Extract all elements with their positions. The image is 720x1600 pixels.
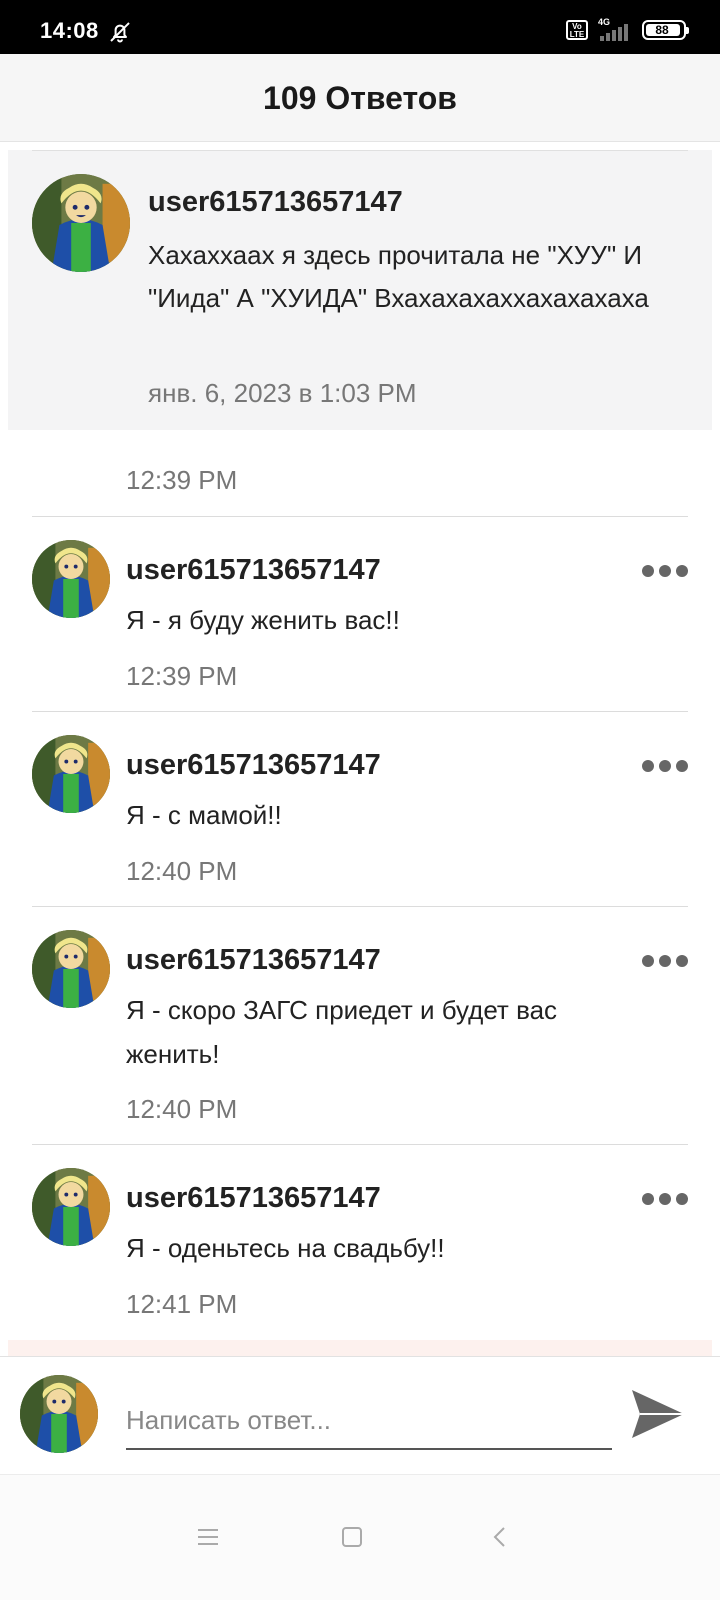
avatar[interactable] [32,930,110,1008]
avatar[interactable] [32,735,110,813]
back-chevron-icon[interactable] [480,1517,520,1557]
avatar[interactable] [32,1168,110,1246]
reply-time: 12:41 PM [126,1289,238,1319]
avatar[interactable] [32,174,130,272]
reply-time: 12:40 PM [126,1094,238,1124]
reply-text: Я - с мамой!! [126,800,282,830]
reply-username[interactable]: user615713657147 [126,554,381,587]
avatar [20,1375,98,1453]
avatar[interactable] [32,540,110,618]
parent-comment: user615713657147 Хахаххаах я здесь прочи… [8,150,712,430]
reply-time: 12:40 PM [126,856,238,886]
reply-time: 12:39 PM [126,465,238,495]
more-dots-icon[interactable] [642,954,688,968]
parent-date: янв. 6, 2023 в 1:03 PM [148,378,417,408]
battery-icon: 88 [642,20,689,40]
battery-level: 88 [655,23,669,37]
parent-text: Хахаххаах я здесь прочитала не "ХУУ" И "… [148,240,649,313]
reply-composer [0,1340,720,1474]
volte-icon: Vo LTE [566,20,588,40]
system-nav-bar [0,1474,720,1600]
page-title: 109 Ответов [263,80,457,116]
reply-time: 12:39 PM [126,661,238,691]
more-dots-icon[interactable] [642,1192,688,1206]
signal-icon: 4G [596,17,634,41]
reply-username[interactable]: user615713657147 [126,1182,381,1215]
more-dots-icon[interactable] [642,759,688,773]
more-dots-icon[interactable] [642,564,688,578]
bell-off-icon [110,22,130,43]
reply-input[interactable] [126,1392,612,1450]
reply-text: Я - скоро ЗАГС приедет и будет вас женит… [126,995,558,1069]
reply-username[interactable]: user615713657147 [126,749,381,782]
replies-header: 109 Ответов [0,54,720,142]
square-icon[interactable] [332,1517,372,1557]
reply-text: Я - я буду женить вас!! [126,605,400,635]
status-bar: 14:08 Vo LTE 4G 88 [0,0,720,54]
volte-label: Vo LTE [569,22,585,39]
reply-text: Я - оденьтесь на свадьбу!! [126,1233,445,1263]
menu-icon[interactable] [188,1517,228,1557]
send-icon[interactable] [630,1386,686,1442]
reply-username[interactable]: user615713657147 [126,944,381,977]
parent-username[interactable]: user615713657147 [148,186,403,219]
status-time: 14:08 [40,18,99,43]
